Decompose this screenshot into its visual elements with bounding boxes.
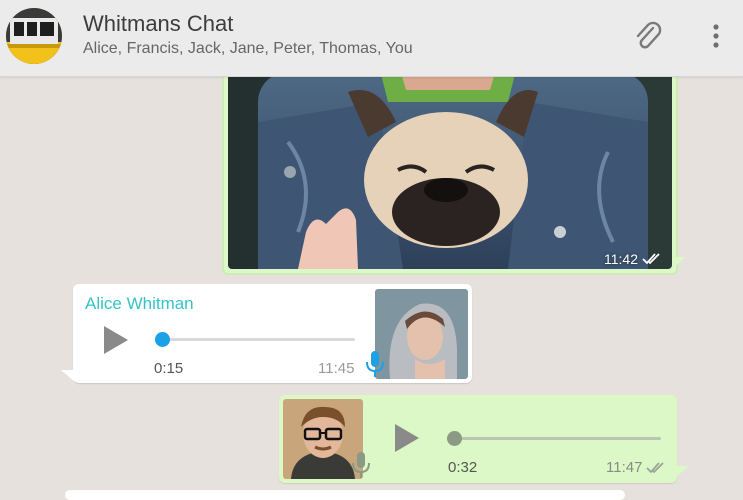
voice-out-meta: 11:47	[606, 459, 666, 476]
bubble-tail	[672, 257, 686, 269]
playback-track[interactable]	[157, 338, 355, 341]
double-check-icon	[646, 461, 665, 473]
chat-header: Whitmans Chat Alice, Francis, Jack, Jane…	[0, 0, 743, 77]
participants-list[interactable]: Alice, Francis, Jack, Jane, Peter, Thoma…	[83, 40, 413, 58]
pug-photo[interactable]	[228, 62, 672, 269]
play-button[interactable]	[104, 326, 128, 354]
sender-avatar[interactable]	[375, 289, 468, 379]
double-check-icon	[642, 253, 660, 265]
voice-duration: 0:15	[154, 360, 184, 377]
bubble-tail	[61, 370, 75, 382]
image-message[interactable]: 11:42	[222, 60, 678, 275]
paperclip-icon	[636, 21, 662, 49]
message-time: 11:42	[604, 251, 638, 267]
message-time: 11:47	[606, 459, 643, 476]
voice-message-outgoing[interactable]: 0:32 11:47	[279, 395, 677, 483]
voice-duration: 0:32	[448, 459, 478, 476]
chat-title[interactable]: Whitmans Chat	[83, 11, 233, 37]
group-avatar[interactable]	[6, 8, 62, 64]
voice-message-incoming[interactable]: Alice Whitman 0:15 11:45	[73, 284, 472, 383]
image-message-meta: 11:42	[604, 251, 662, 267]
overflow-menu-button[interactable]	[698, 18, 734, 54]
more-vert-icon	[713, 24, 719, 48]
microphone-icon	[366, 351, 384, 377]
microphone-icon	[352, 452, 370, 478]
next-message-partial	[65, 490, 625, 500]
message-time: 11:45	[318, 360, 355, 377]
playback-knob[interactable]	[155, 332, 170, 347]
bubble-tail	[675, 466, 689, 478]
playback-knob[interactable]	[447, 431, 462, 446]
attach-button[interactable]	[630, 18, 666, 54]
sender-name[interactable]: Alice Whitman	[85, 294, 194, 314]
playback-track[interactable]	[455, 437, 661, 440]
play-button[interactable]	[395, 424, 419, 452]
